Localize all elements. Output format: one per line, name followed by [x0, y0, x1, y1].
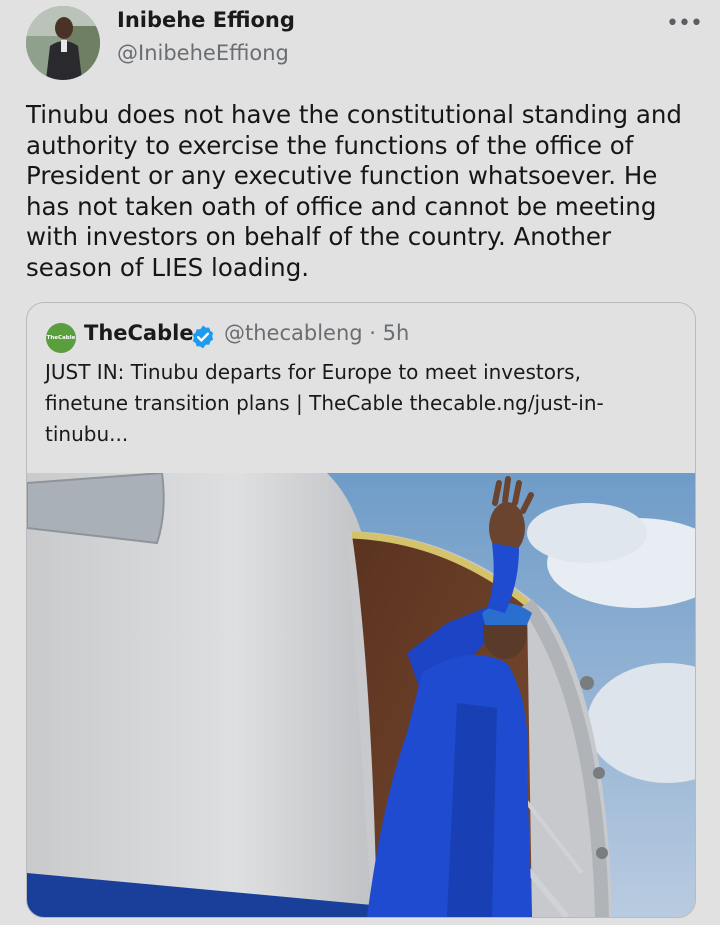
more-icon[interactable]: •••: [666, 12, 703, 36]
quoted-handle-time: @thecableng · 5h: [224, 321, 410, 345]
quoted-time: 5h: [382, 321, 410, 345]
author-name[interactable]: Inibehe Effiong: [117, 8, 295, 32]
quoted-tweet[interactable]: TheCable TheCable @thecableng · 5h JUST …: [26, 302, 696, 918]
author-handle[interactable]: @InibeheEffiong: [117, 41, 289, 65]
thecable-logo: TheCable: [46, 323, 76, 353]
tweet-text: Tinubu does not have the constitutional …: [26, 100, 682, 282]
verified-badge-icon: [192, 325, 214, 349]
author-avatar[interactable]: [26, 6, 100, 80]
quoted-text: JUST IN: Tinubu departs for Europe to me…: [45, 360, 604, 446]
quoted-author-name: TheCable: [84, 321, 194, 345]
quoted-handle: @thecableng: [224, 321, 363, 345]
quoted-tweet-image[interactable]: [27, 473, 695, 917]
